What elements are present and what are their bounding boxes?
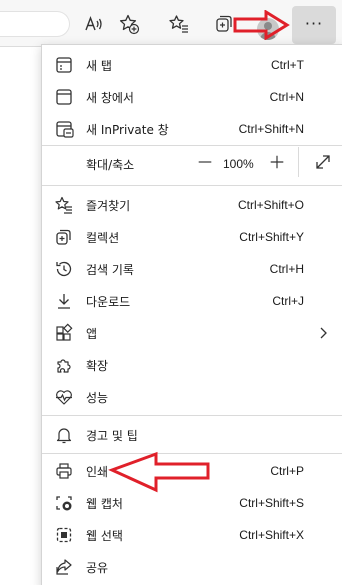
zoom-out-button[interactable] (192, 149, 218, 175)
menu-item-favorites[interactable]: 즐겨찾기 Ctrl+Shift+O (42, 189, 342, 221)
menu-item-alerts-tips[interactable]: 경고 및 팁 (42, 419, 342, 451)
address-bar[interactable] (0, 11, 70, 37)
favorites-button[interactable] (165, 10, 193, 38)
collections-button[interactable] (211, 10, 239, 38)
plus-icon (270, 155, 284, 169)
menu-item-apps[interactable]: 앱 (42, 317, 342, 349)
menu-separator (42, 145, 342, 146)
web-capture-icon (54, 493, 74, 513)
menu-item-history[interactable]: 검색 기록 Ctrl+H (42, 253, 342, 285)
zoom-divider (298, 147, 299, 177)
read-aloud-icon (85, 16, 102, 31)
menu-item-web-capture[interactable]: 웹 캡처 Ctrl+Shift+S (42, 487, 342, 519)
menu-item-performance[interactable]: 성능 (42, 381, 342, 413)
favorites-icon (54, 195, 74, 215)
add-favorite-icon (119, 14, 140, 35)
collections-icon (54, 227, 74, 247)
new-window-icon (54, 87, 74, 107)
inprivate-icon (54, 119, 74, 139)
menu-item-web-select[interactable]: 웹 선택 Ctrl+Shift+X (42, 519, 342, 551)
new-tab-icon (54, 55, 74, 75)
zoom-in-button[interactable] (264, 149, 290, 175)
fullscreen-button[interactable] (310, 149, 336, 175)
fullscreen-icon (316, 155, 330, 169)
menu-separator (42, 185, 342, 186)
more-options-button[interactable]: ··· (292, 6, 336, 44)
bell-icon (54, 425, 74, 445)
performance-icon (54, 387, 74, 407)
menu-item-share[interactable]: 공유 (42, 551, 342, 583)
menu-item-extensions[interactable]: 확장 (42, 349, 342, 381)
zoom-label: 확대/축소 (86, 158, 135, 172)
history-icon (54, 259, 74, 279)
minus-icon (198, 161, 212, 163)
profile-avatar[interactable] (257, 18, 279, 40)
menu-item-downloads[interactable]: 다운로드 Ctrl+J (42, 285, 342, 317)
add-favorite-button[interactable] (115, 10, 143, 38)
browser-toolbar: ··· (0, 0, 342, 47)
download-icon (54, 291, 74, 311)
menu-item-new-inprivate[interactable]: 새 InPrivate 창 Ctrl+Shift+N (42, 113, 342, 145)
share-icon (54, 557, 74, 577)
chevron-right-icon (320, 327, 327, 339)
menu-separator (42, 415, 342, 416)
menu-separator (42, 453, 342, 454)
settings-menu: 새 탭 Ctrl+T 새 창에서 Ctrl+N 새 InPrivate 창 Ct… (41, 44, 342, 585)
menu-item-collections[interactable]: 컬렉션 Ctrl+Shift+Y (42, 221, 342, 253)
apps-icon (54, 323, 74, 343)
menu-item-new-window[interactable]: 새 창에서 Ctrl+N (42, 81, 342, 113)
more-options-icon: ··· (304, 13, 324, 33)
web-select-icon (54, 525, 74, 545)
favorites-icon (169, 15, 188, 33)
zoom-value: 100% (223, 157, 254, 171)
menu-item-print[interactable]: 인쇄 Ctrl+P (42, 455, 342, 487)
extensions-icon (54, 355, 74, 375)
printer-icon (54, 461, 74, 481)
menu-item-new-tab[interactable]: 새 탭 Ctrl+T (42, 49, 342, 81)
read-aloud-button[interactable] (80, 10, 108, 38)
collections-icon (216, 15, 232, 32)
